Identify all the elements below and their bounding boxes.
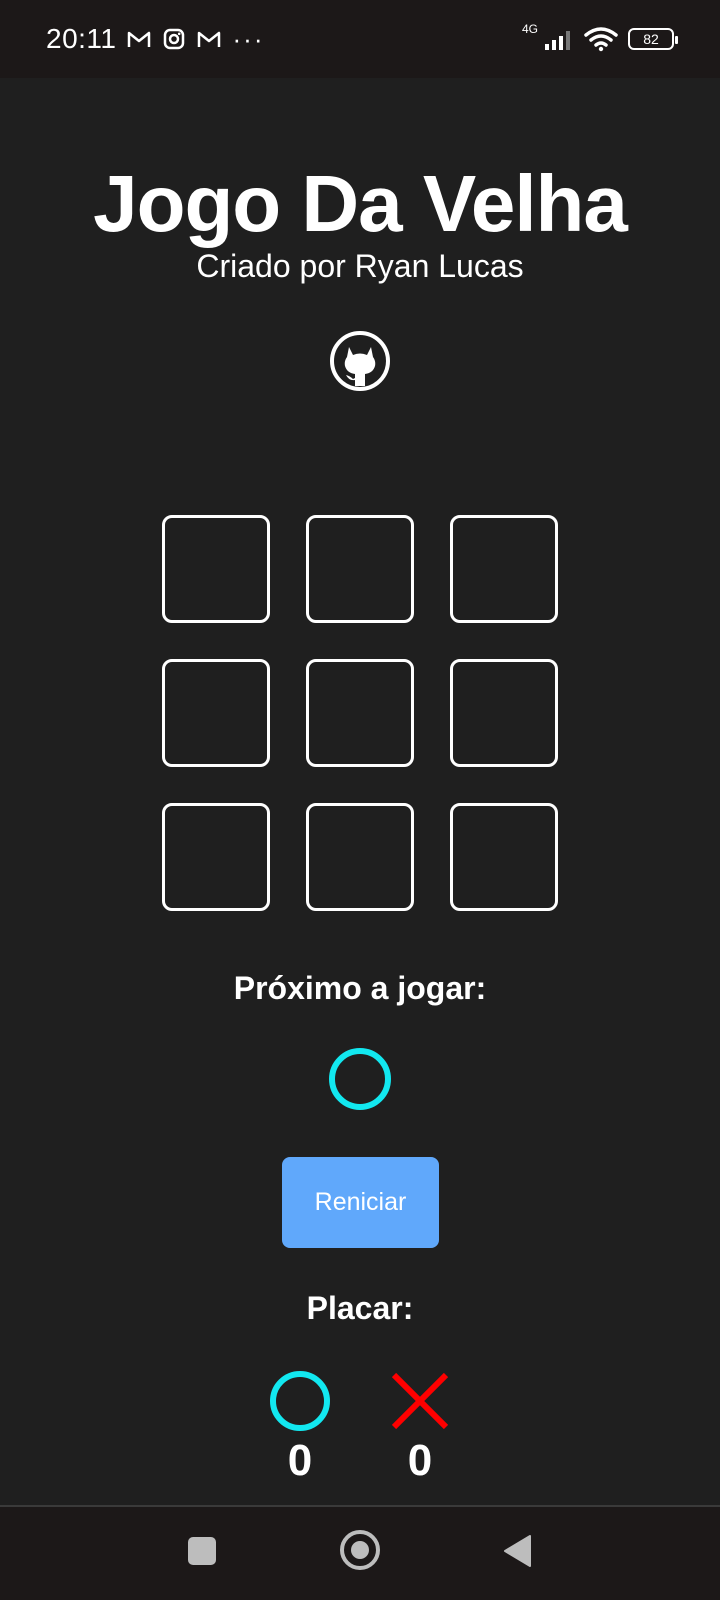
next-player-o-icon [329, 1048, 391, 1110]
system-icons: 4G 82 [522, 22, 678, 52]
back-icon[interactable] [502, 1534, 532, 1568]
page-title: Jogo Da Velha [93, 159, 628, 248]
restart-button[interactable]: Reniciar [282, 1157, 439, 1248]
signal-icon [545, 31, 570, 50]
board-cell[interactable] [306, 803, 414, 911]
score-x-icon [391, 1372, 449, 1430]
game-board [162, 515, 558, 911]
github-link[interactable] [329, 330, 391, 392]
status-bar: 20:11 ··· 4G 82 [0, 0, 720, 78]
app-screen: 20:11 ··· 4G 82 Jogo Da Velha Criado por… [0, 0, 720, 1600]
status-time: 20:11 [46, 23, 117, 54]
score-o-value: 0 [287, 1436, 313, 1485]
battery-icon: 82 [628, 28, 678, 50]
gmail-icon [197, 31, 220, 47]
board-cell[interactable] [450, 515, 558, 623]
board-cell[interactable] [450, 659, 558, 767]
github-icon [330, 331, 390, 391]
instagram-icon [163, 28, 184, 50]
home-icon[interactable] [340, 1530, 380, 1570]
board-cell[interactable] [162, 515, 270, 623]
score-o-icon [270, 1371, 330, 1431]
board-cell[interactable] [450, 803, 558, 911]
score-label: Placar: [306, 1290, 414, 1326]
navigation-bar [0, 1507, 720, 1600]
more-notifications-icon: ··· [232, 23, 265, 54]
board-cell[interactable] [306, 515, 414, 623]
board-cell[interactable] [306, 659, 414, 767]
board-cell[interactable] [162, 659, 270, 767]
battery-level: 82 [643, 31, 659, 47]
gmail-icon [127, 31, 150, 47]
page-subtitle: Criado por Ryan Lucas [196, 248, 524, 284]
next-player-label: Próximo a jogar: [233, 970, 487, 1006]
notification-icons [127, 28, 221, 50]
network-type: 4G [521, 22, 538, 36]
score-x-value: 0 [407, 1436, 433, 1485]
wifi-icon [584, 27, 618, 52]
board-cell[interactable] [162, 803, 270, 911]
recent-apps-icon[interactable] [188, 1537, 216, 1565]
